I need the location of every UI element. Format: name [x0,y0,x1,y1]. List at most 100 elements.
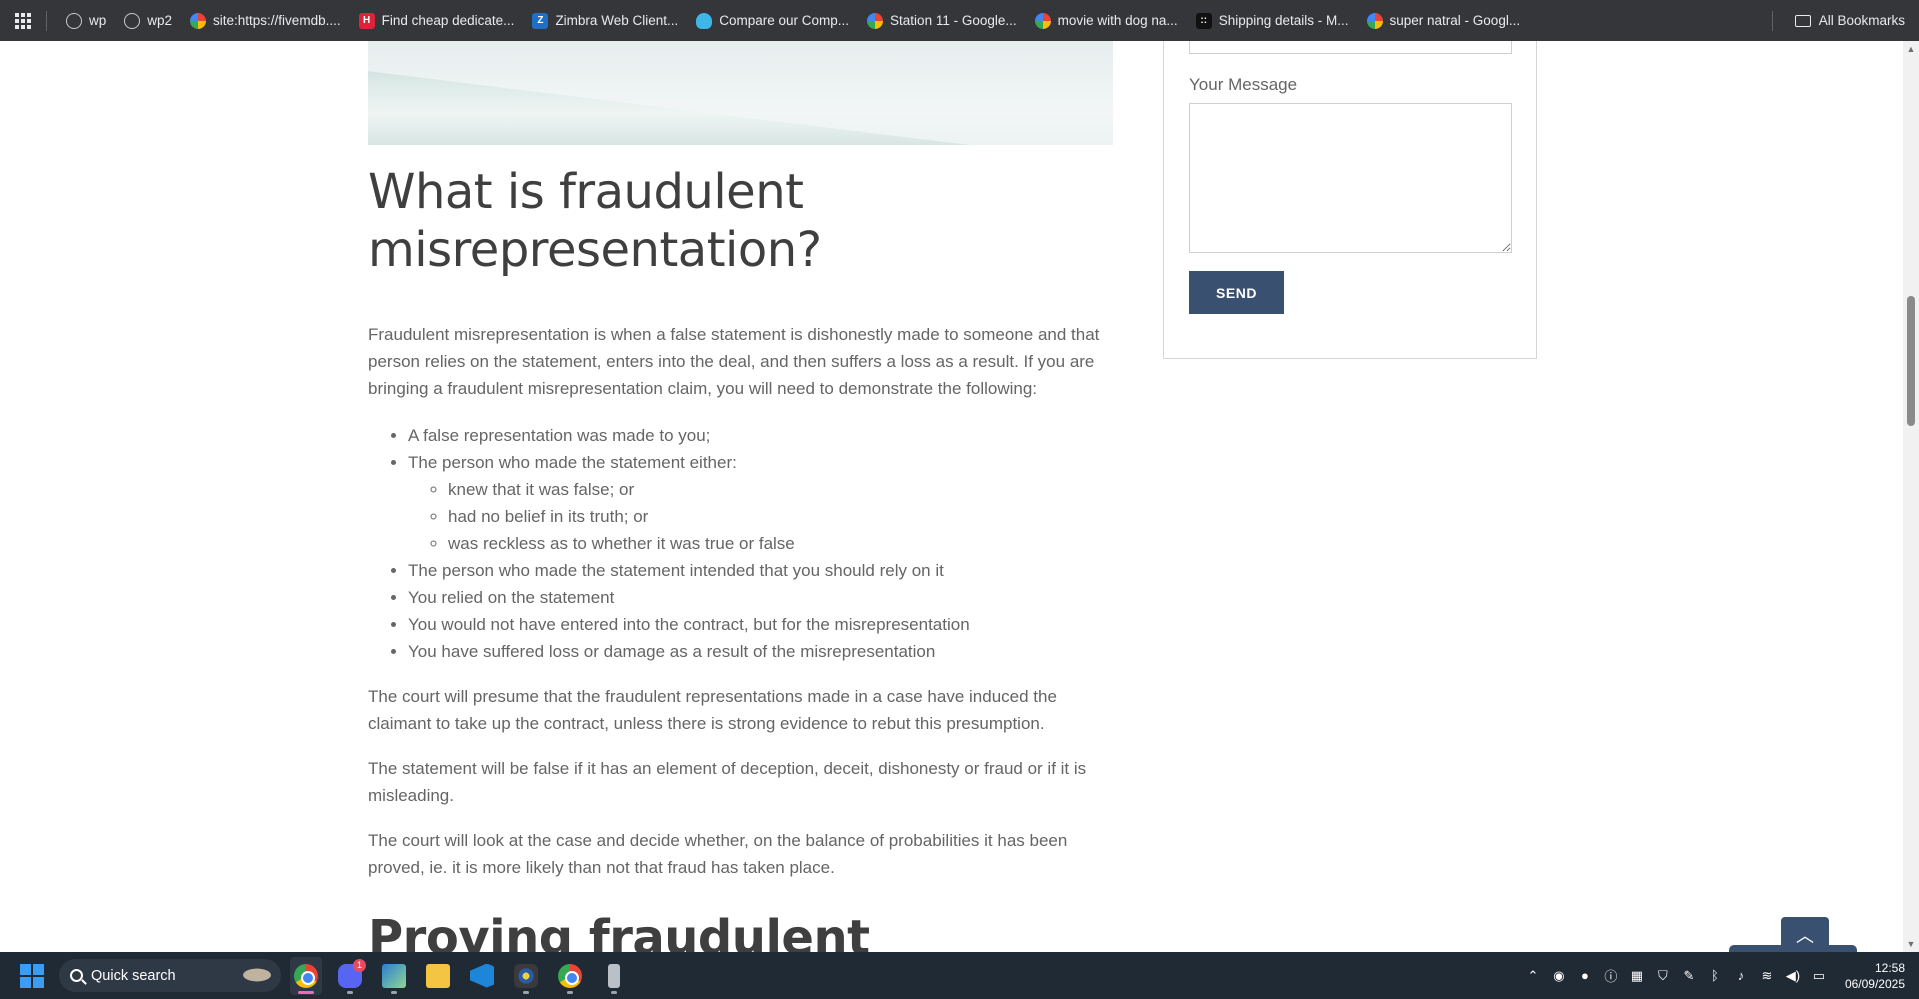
zimbra-icon: Z [532,12,549,29]
bird-illustration-icon [233,964,273,986]
clock[interactable]: 12:58 06/09/2025 [1845,960,1905,992]
taskbar-apps: 1 [290,956,630,995]
google-icon [1034,12,1051,29]
list-item-text: The person who made the statement either… [408,453,737,472]
chrome-tray-icon[interactable]: ● [1577,968,1593,984]
web-page: What is fraudulent misrepresentation? Fr… [0,41,1903,952]
article-paragraph: The court will presume that the fraudule… [368,687,1057,733]
taskbar-chrome[interactable] [290,956,322,995]
taskbar-discord[interactable]: 1 [334,957,366,995]
clock-date: 06/09/2025 [1844,976,1905,991]
vscode-icon [470,963,494,988]
h-logo-icon: H [358,12,375,29]
page-scrollbar[interactable]: ▲ ▼ [1903,41,1919,952]
pen-icon[interactable]: ✎ [1681,968,1697,984]
article-heading: What is fraudulent misrepresentation? [368,164,822,278]
quick-search-box[interactable]: Quick search [59,959,281,992]
battery-icon[interactable]: ▭ [1811,968,1827,984]
send-button[interactable]: SEND [1189,271,1284,314]
bluetooth-icon[interactable]: ᛒ [1707,968,1723,984]
message-textarea[interactable] [1189,103,1512,253]
message-label: Your Message [1189,75,1298,94]
apps-grid-icon[interactable] [10,8,36,34]
scrollbar-thumb[interactable] [1907,296,1915,426]
taskbar-file-explorer[interactable] [422,957,454,995]
usb-icon [608,963,620,988]
article-paragraph: Fraudulent misrepresentation is when a f… [368,325,1100,398]
wifi-icon[interactable]: ≋ [1759,968,1775,984]
sub-list: knew that it was false; or had no belief… [408,476,1113,557]
chrome-icon [558,963,582,988]
app-tray-icon[interactable]: ▦ [1629,968,1645,984]
shield-icon[interactable]: ⛉ [1655,968,1671,984]
chrome-icon [294,963,318,988]
discord-tray-icon[interactable]: ◉ [1551,968,1567,984]
chevron-up-icon[interactable]: ⌃ [1525,968,1541,984]
bookmark-station-11[interactable]: Station 11 - Google... [858,7,1026,35]
taskbar-photos[interactable] [378,957,410,995]
taskbar-resolve[interactable] [510,957,542,995]
chevron-up-icon: ︿ [1796,925,1814,946]
all-bookmarks-label: All Bookmarks [1818,13,1905,28]
quick-search-label: Quick search [91,967,176,984]
info-icon[interactable]: ⓘ [1603,968,1619,984]
globe-icon [124,12,141,29]
list-item: A false representation was made to you; [408,422,1113,449]
article-paragraph: The statement will be false if it has an… [368,759,1087,805]
contact-form-box: Your Message SEND [1163,41,1537,359]
bookmark-label: wp [89,13,107,28]
volume-icon[interactable]: ◀) [1785,968,1801,984]
google-icon [190,12,207,29]
bookmark-label: site:https://fivemdb.... [213,13,341,28]
bookmark-dedicated[interactable]: H Find cheap dedicate... [350,7,524,35]
list-item: You have suffered loss or damage as a re… [408,638,1113,665]
dots-icon: :: [1195,12,1212,29]
microphone-icon[interactable]: ♪ [1733,968,1749,984]
bookmark-movie-dog[interactable]: movie with dog na... [1026,7,1187,35]
sub-list-item: had no belief in its truth; or [448,503,1113,530]
bookmark-label: Station 11 - Google... [890,13,1017,28]
search-icon [70,969,83,982]
bookmark-label: Compare our Comp... [719,13,850,28]
folder-icon [426,963,450,988]
bookmarks-divider [46,10,47,31]
bookmark-wp2[interactable]: wp2 [115,7,181,35]
folder-icon [1794,14,1811,27]
bookmark-zimbra[interactable]: Z Zimbra Web Client... [523,7,687,35]
form-input-field[interactable] [1189,41,1512,54]
davinci-resolve-icon [514,963,538,988]
article-content: What is fraudulent misrepresentation? Fr… [368,163,1113,952]
system-tray: ⌃ ◉ ● ⓘ ▦ ⛉ ✎ ᛒ ♪ ≋ ◀) ▭ 12:58 06/09/202… [1525,960,1905,992]
bookmark-wp[interactable]: wp [57,7,115,35]
bookmark-label: Shipping details - M... [1218,13,1349,28]
taskbar-vscode[interactable] [466,957,498,995]
sub-list-item: knew that it was false; or [448,476,1113,503]
bookmark-label: Find cheap dedicate... [381,13,515,28]
notification-badge: 1 [353,958,366,972]
bookmark-compare[interactable]: Compare our Comp... [687,7,858,35]
scroll-down-arrow-icon[interactable]: ▼ [1903,936,1919,952]
section-heading: Proving fraudulent [368,910,870,952]
sub-list-item: was reckless as to whether it was true o… [448,530,1113,557]
list-item: You relied on the statement [408,584,1113,611]
taskbar-usb-tool[interactable] [598,957,630,995]
bookmark-label: super natral - Googl... [1389,13,1521,28]
bookmark-super-natral[interactable]: super natral - Googl... [1358,7,1530,35]
list-item: The person who made the statement either… [408,449,1113,557]
back-to-top-button[interactable]: ︿ [1781,917,1829,952]
hero-image [368,41,1113,145]
windows-taskbar: Quick search 1 ⌃ ◉ ● ⓘ ▦ ⛉ ✎ ᛒ ♪ ≋ ◀) ▭ … [0,952,1919,999]
bookmarks-divider [1771,10,1773,31]
article-paragraph: The court will look at the case and deci… [368,831,1068,877]
bookmark-label: wp2 [147,13,173,28]
bookmark-site-search[interactable]: site:https://fivemdb.... [181,7,350,35]
requirements-list: A false representation was made to you; … [368,422,1113,665]
photos-icon [382,963,406,988]
all-bookmarks-button[interactable]: All Bookmarks [1771,10,1905,31]
taskbar-chrome-profile[interactable] [554,957,586,995]
bookmarks-bar: wp wp2 site:https://fivemdb.... H Find ch… [0,0,1919,41]
bookmark-label: movie with dog na... [1057,13,1178,28]
bookmark-shipping[interactable]: :: Shipping details - M... [1187,7,1358,35]
scroll-up-arrow-icon[interactable]: ▲ [1903,41,1919,57]
windows-start-icon[interactable] [20,963,44,988]
